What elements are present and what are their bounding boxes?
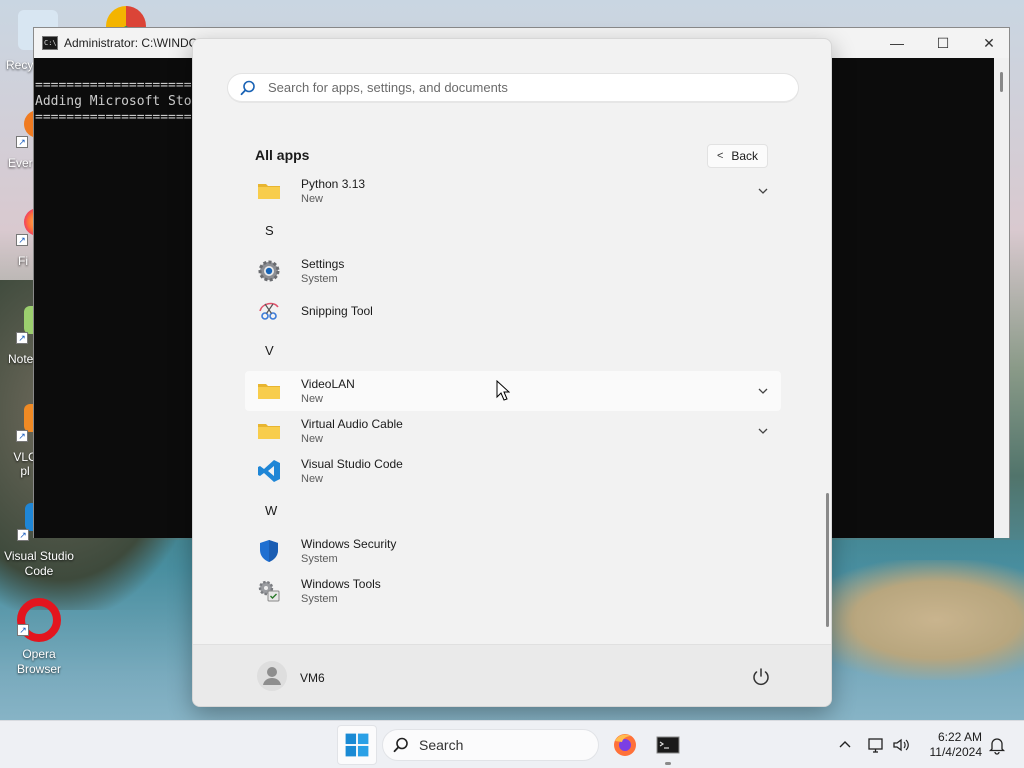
minimize-button[interactable]: —: [874, 32, 920, 54]
clock-date: 11/4/2024: [929, 745, 983, 759]
app-item-snipping-tool[interactable]: Snipping Tool: [245, 291, 781, 331]
windows-logo-icon: [345, 733, 369, 757]
app-item-settings[interactable]: Settings System: [245, 251, 781, 291]
shield-icon: [260, 540, 278, 562]
wallpaper-shore: [804, 560, 1024, 680]
start-button[interactable]: [337, 725, 377, 765]
cmd-icon: C:\: [42, 36, 58, 50]
shortcut-arrow-icon: ↗: [16, 332, 28, 344]
taskbar-search-box[interactable]: Search: [382, 729, 599, 761]
folder-icon: [258, 184, 280, 199]
shortcut-arrow-icon: ↗: [16, 234, 28, 246]
app-item-virtual-audio-cable[interactable]: Virtual Audio Cable New: [245, 411, 781, 451]
system-clock[interactable]: 6:22 AM 11/4/2024: [918, 730, 983, 760]
app-subtitle: System: [301, 553, 338, 565]
app-item-vscode[interactable]: Visual Studio Code New: [245, 451, 781, 491]
app-item-windows-tools[interactable]: Windows Tools System: [245, 571, 781, 611]
taskbar-search-label: Search: [419, 737, 464, 753]
letter-header-v[interactable]: V: [245, 331, 781, 371]
maximize-button[interactable]: ☐: [920, 32, 966, 54]
app-subtitle: System: [301, 273, 338, 285]
mouse-cursor-icon: [496, 380, 510, 401]
user-icon: [263, 667, 281, 685]
shortcut-arrow-icon: ↗: [17, 529, 29, 541]
search-input[interactable]: [268, 80, 768, 95]
folder-icon: [258, 424, 280, 439]
app-subtitle: New: [301, 473, 324, 485]
app-item-videolan[interactable]: VideoLAN New: [245, 371, 781, 411]
app-item-python[interactable]: Python 3.13 New: [245, 171, 781, 211]
search-icon: [240, 80, 255, 95]
clock-time: 6:22 AM: [937, 730, 982, 744]
firefox-icon: [614, 734, 636, 756]
all-apps-list[interactable]: Python 3.13 New S Settings System Snippi…: [245, 171, 781, 645]
vscode-icon: [258, 460, 280, 482]
taskbar-command-prompt[interactable]: [648, 725, 688, 765]
volume-icon[interactable]: [891, 735, 911, 755]
app-subtitle: New: [301, 433, 324, 445]
chevron-up-icon[interactable]: [835, 735, 855, 755]
letter-header-s[interactable]: S: [245, 211, 781, 251]
taskbar: Search 6:22 AM 11/4/2024: [0, 720, 1024, 768]
taskbar-firefox[interactable]: [605, 725, 645, 765]
snipping-tool-icon: [259, 302, 279, 320]
app-name: Visual Studio Code: [301, 457, 403, 471]
app-subtitle: New: [301, 393, 324, 405]
close-button[interactable]: ✕: [966, 32, 1012, 54]
user-name[interactable]: VM6: [300, 671, 325, 685]
cmd-icon: [656, 736, 680, 754]
tools-gear-icon: [258, 580, 280, 602]
shortcut-arrow-icon: ↗: [17, 624, 29, 636]
app-name: Snipping Tool: [301, 304, 373, 318]
search-icon: [393, 737, 408, 753]
apps-scrollbar[interactable]: [826, 493, 829, 627]
chevron-down-icon[interactable]: [755, 183, 771, 199]
back-label: Back: [731, 149, 759, 163]
all-apps-title: All apps: [255, 147, 310, 163]
folder-icon: [258, 384, 280, 399]
app-subtitle: System: [301, 593, 338, 605]
user-avatar[interactable]: [257, 661, 287, 691]
app-item-windows-security[interactable]: Windows Security System: [245, 531, 781, 571]
network-icon[interactable]: [866, 735, 886, 755]
app-name: Virtual Audio Cable: [301, 417, 403, 431]
app-subtitle: New: [301, 193, 324, 205]
app-name: Windows Security: [301, 537, 397, 551]
console-scroll-thumb[interactable]: [1000, 72, 1003, 92]
back-button[interactable]: < Back: [707, 144, 768, 168]
start-search-box[interactable]: [227, 73, 799, 103]
power-icon[interactable]: [749, 665, 773, 689]
app-name: VideoLAN: [301, 377, 355, 391]
start-menu-footer: VM6: [193, 644, 831, 706]
start-menu[interactable]: All apps < Back Python 3.13 New S Settin…: [192, 38, 832, 707]
settings-gear-icon: [258, 260, 280, 282]
console-scrollbar[interactable]: [994, 58, 1009, 538]
chevron-down-icon[interactable]: [755, 423, 771, 439]
chevron-down-icon[interactable]: [755, 383, 771, 399]
app-name: Windows Tools: [301, 577, 381, 591]
app-name: Settings: [301, 257, 345, 271]
running-indicator: [665, 762, 671, 765]
desktop-icon-opera[interactable]: ↗ Opera Browser: [3, 598, 75, 676]
shortcut-arrow-icon: ↗: [16, 136, 28, 148]
app-name: Python 3.13: [301, 177, 366, 191]
chevron-left-icon: <: [716, 150, 724, 162]
shortcut-arrow-icon: ↗: [16, 430, 28, 442]
notification-bell-icon[interactable]: [987, 735, 1007, 755]
letter-header-w[interactable]: W: [245, 491, 781, 531]
